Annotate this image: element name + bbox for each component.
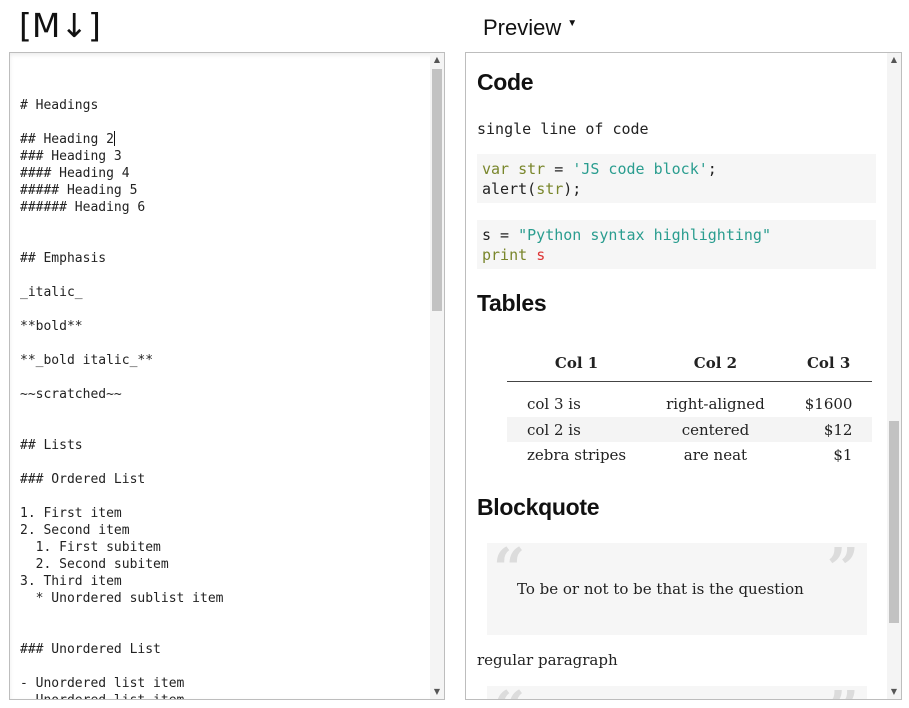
caret-down-icon: ▼ xyxy=(567,18,578,29)
preview-scroll-thumb[interactable] xyxy=(889,421,899,623)
editor-line[interactable]: # Headings xyxy=(20,97,426,114)
scroll-down-arrow-icon[interactable]: ▼ xyxy=(887,685,901,699)
table-header-cell: Col 2 xyxy=(646,345,785,382)
table-row: col 2 is centered $12 xyxy=(507,417,873,442)
editor-line[interactable]: **_bold italic_** xyxy=(20,352,426,369)
editor-line[interactable]: ### Heading 3 xyxy=(20,148,426,165)
editor-line[interactable] xyxy=(20,624,426,641)
editor-line[interactable]: _italic_ xyxy=(20,284,426,301)
editor-line[interactable]: **bold** xyxy=(20,318,426,335)
code-variable: str xyxy=(518,160,546,178)
editor-line[interactable]: ## Emphasis xyxy=(20,250,426,267)
editor-scroll-thumb[interactable] xyxy=(432,69,442,311)
blockquote: “ ” To be or not to be that is the quest… xyxy=(487,536,867,635)
table-cell: right-aligned xyxy=(666,394,765,413)
editor-line[interactable] xyxy=(20,335,426,352)
editor-line[interactable]: 2. Second item xyxy=(20,522,426,539)
table-cell: centered xyxy=(646,417,785,442)
table-row: col 3 is right-aligned $1600 xyxy=(507,382,872,418)
table-header-row: Col 1 Col 2 Col 3 xyxy=(507,345,873,382)
editor-line[interactable]: 3. Third item xyxy=(20,573,426,590)
editor-line[interactable] xyxy=(20,488,426,505)
app-logo: [M↓] xyxy=(19,6,101,45)
editor-line[interactable] xyxy=(20,420,426,437)
preview-table: Col 1 Col 2 Col 3 col 3 is right-aligned… xyxy=(507,345,873,467)
text-cursor xyxy=(113,131,115,146)
code-close: ); xyxy=(563,180,582,198)
editor-textarea[interactable]: # Headings ## Heading 2 ### Heading 3 #### … xyxy=(20,80,426,699)
table-header-cell: Col 1 xyxy=(507,345,647,382)
table-row: zebra stripes are neat $1 xyxy=(507,442,872,467)
close-quote-icon: ” xyxy=(827,684,859,699)
editor-line[interactable]: ##### Heading 5 xyxy=(20,182,426,199)
editor-line[interactable]: ## Lists xyxy=(20,437,426,454)
editor-line[interactable]: ### Ordered List xyxy=(20,471,426,488)
editor-line[interactable]: 1. First item xyxy=(20,505,426,522)
preview-label: Preview xyxy=(483,15,562,40)
code-operator: = xyxy=(545,160,573,178)
editor-line[interactable]: - Unordered list item xyxy=(20,675,426,692)
table-cell: zebra stripes xyxy=(527,445,627,464)
table-header-cell: Col 3 xyxy=(784,345,873,382)
editor-line[interactable] xyxy=(20,607,426,624)
code-assignment: s = xyxy=(482,226,519,244)
editor-line[interactable]: 2. Second subitem xyxy=(20,556,426,573)
editor-line[interactable]: * Unordered sublist item xyxy=(20,590,426,607)
open-quote-icon: “ xyxy=(493,684,525,699)
editor-line[interactable]: ## Heading 2 xyxy=(20,131,426,148)
code-keyword: print xyxy=(482,246,528,264)
editor-line[interactable]: #### Heading 4 xyxy=(20,165,426,182)
quote-text: To be or not to be that is the question xyxy=(517,580,804,598)
code-argument: str xyxy=(536,180,564,198)
editor-scrollbar[interactable]: ▲ ▼ xyxy=(430,53,444,699)
editor-line[interactable]: ###### Heading 6 xyxy=(20,199,426,216)
table-cell: are neat xyxy=(683,445,748,464)
editor-line[interactable] xyxy=(20,114,426,131)
code-variable: s xyxy=(536,246,546,264)
code-function: alert( xyxy=(482,180,537,198)
table-cell: $1600 xyxy=(804,394,853,413)
editor-line[interactable]: - Unordered list item xyxy=(20,692,426,699)
editor-line[interactable] xyxy=(20,369,426,386)
table-cell: col 3 is xyxy=(527,394,581,413)
js-code-block: var str = 'JS code block'; alert(str); xyxy=(477,154,876,203)
editor-line[interactable]: ~~scratched~~ xyxy=(20,386,426,403)
table-cell: $12 xyxy=(784,417,873,442)
editor-line[interactable] xyxy=(20,216,426,233)
editor-line[interactable] xyxy=(20,301,426,318)
scroll-up-arrow-icon[interactable]: ▲ xyxy=(430,53,444,67)
scroll-up-arrow-icon[interactable]: ▲ xyxy=(887,53,901,67)
code-string: "Python syntax highlighting" xyxy=(518,226,771,244)
editor-line[interactable]: ### Unordered List xyxy=(20,641,426,658)
markdown-editor[interactable]: # Headings ## Heading 2 ### Heading 3 #### … xyxy=(9,52,445,700)
python-code-block: s = "Python syntax highlighting" print s xyxy=(477,220,876,269)
blockquote: “ ” xyxy=(487,684,867,699)
editor-line[interactable] xyxy=(20,403,426,420)
heading-code: Code xyxy=(477,69,534,95)
editor-line[interactable] xyxy=(20,454,426,471)
editor-line[interactable] xyxy=(20,80,426,97)
table-cell: $1 xyxy=(833,445,853,464)
editor-line[interactable] xyxy=(20,267,426,284)
editor-line[interactable] xyxy=(20,233,426,250)
inline-code: single line of code xyxy=(477,120,649,138)
preview-pane: Code single line of code var str = 'JS c… xyxy=(465,52,902,700)
editor-line[interactable] xyxy=(20,658,426,675)
close-quote-icon: ” xyxy=(826,536,859,602)
scroll-down-arrow-icon[interactable]: ▼ xyxy=(430,685,444,699)
editor-line[interactable]: 1. First subitem xyxy=(20,539,426,556)
table-cell: col 2 is xyxy=(507,417,647,442)
code-semicolon: ; xyxy=(707,160,717,178)
preview-scrollbar[interactable]: ▲ ▼ xyxy=(887,53,901,699)
preview-mode-dropdown[interactable]: Preview ▼ xyxy=(483,14,577,42)
code-string: 'JS code block' xyxy=(572,160,708,178)
heading-tables: Tables xyxy=(477,290,547,316)
code-keyword: var xyxy=(482,160,510,178)
regular-paragraph: regular paragraph xyxy=(477,651,618,669)
heading-blockquote: Blockquote xyxy=(477,494,600,520)
